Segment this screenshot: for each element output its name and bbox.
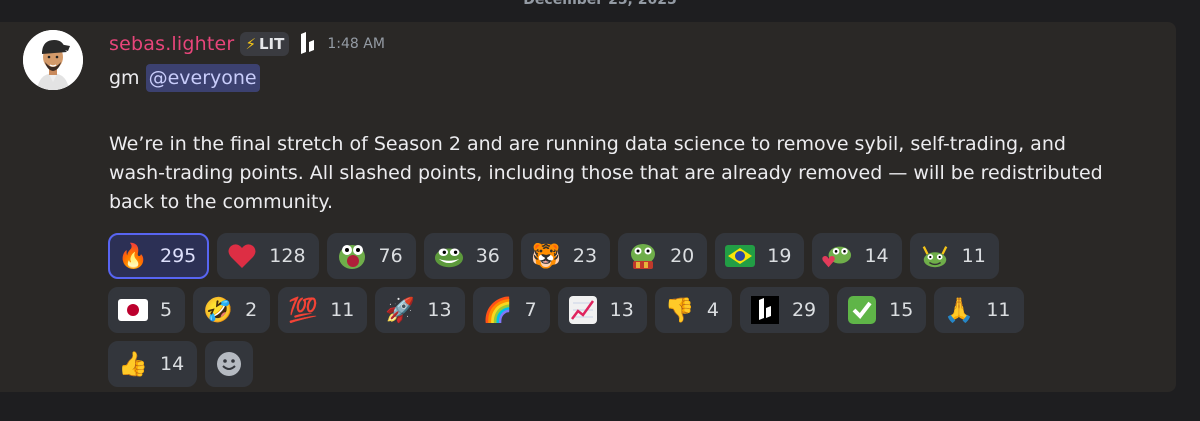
reaction-thumbs-down[interactable]: 👎 4 — [654, 287, 732, 333]
smiley-icon — [217, 352, 242, 376]
server-tag-label: LIT — [259, 35, 285, 53]
reaction-count: 4 — [706, 299, 719, 321]
rocket-icon: 🚀 — [385, 296, 416, 324]
reaction-chart-increasing[interactable]: 13 — [557, 287, 647, 333]
hundred-icon: 💯 — [288, 296, 319, 324]
reaction-count: 20 — [670, 245, 695, 267]
japan-flag-icon — [118, 295, 148, 325]
reaction-row: 5 🤣 2 💯 11 🚀 13 🌈 7 13 👎 4 29 15 🙏 11 — [108, 287, 1024, 333]
reaction-rainbow[interactable]: 🌈 7 — [472, 287, 550, 333]
date-divider: December 25, 2025 — [523, 0, 677, 8]
reaction-count: 11 — [330, 299, 355, 321]
rainbow-icon: 🌈 — [482, 296, 513, 324]
reaction-heart[interactable]: 128 — [217, 233, 319, 279]
reaction-row: 🔥 295 128 76 36 🐯 23 20 19 14 11 — [108, 233, 999, 279]
add-reaction-button[interactable] — [205, 341, 254, 387]
reaction-count: 7 — [524, 299, 537, 321]
reaction-thumbs-up[interactable]: 👍 14 — [108, 341, 198, 387]
reaction-brazil-flag[interactable]: 19 — [715, 233, 805, 279]
reaction-pepe-screaming[interactable]: 76 — [326, 233, 416, 279]
message-first-line: gm @everyone — [109, 64, 260, 92]
reaction-count: 29 — [791, 299, 817, 321]
avatar-icon — [23, 30, 83, 90]
check-mark-icon — [847, 295, 877, 325]
avatar[interactable] — [23, 30, 83, 90]
reaction-count: 11 — [986, 299, 1011, 321]
reaction-hundred[interactable]: 💯 11 — [278, 287, 368, 333]
pepe-grin-icon — [434, 241, 464, 271]
message-timestamp: 1:48 AM — [327, 36, 385, 52]
reaction-tiger[interactable]: 🐯 23 — [520, 233, 611, 279]
tiger-icon: 🐯 — [530, 242, 561, 270]
thumbs-up-icon: 👍 — [118, 350, 148, 378]
pepe-party-icon — [920, 241, 950, 271]
reaction-folded-hands[interactable]: 🙏 11 — [934, 287, 1024, 333]
thumbs-down-icon: 👎 — [664, 296, 695, 324]
reaction-count: 19 — [767, 245, 792, 267]
everyone-mention[interactable]: @everyone — [145, 64, 260, 92]
folded-hands-icon: 🙏 — [944, 296, 975, 324]
reaction-lighter-logo[interactable]: 29 — [739, 287, 830, 333]
pepe-heart-icon — [822, 241, 852, 271]
greeting-text: gm — [109, 67, 140, 89]
fire-icon: 🔥 — [118, 242, 148, 270]
lighter-logo-icon — [301, 32, 315, 54]
reaction-count: 15 — [889, 299, 914, 321]
reaction-check-mark[interactable]: 15 — [837, 287, 927, 333]
reaction-count: 76 — [378, 245, 403, 267]
reaction-fire[interactable]: 🔥 295 — [108, 233, 210, 279]
message-header: sebas.lighter ⚡ LIT 1:48 AM — [109, 30, 385, 58]
reaction-count: 13 — [427, 299, 452, 321]
brazil-flag-icon — [725, 241, 756, 271]
reaction-count: 128 — [269, 245, 306, 267]
pepe-scarf-icon — [628, 241, 658, 271]
reaction-rofl[interactable]: 🤣 2 — [193, 287, 271, 333]
reaction-pepe-party[interactable]: 11 — [909, 233, 999, 279]
rofl-icon: 🤣 — [203, 296, 234, 324]
reaction-count: 13 — [609, 299, 634, 321]
reaction-count: 2 — [245, 299, 258, 321]
chat-message: sebas.lighter ⚡ LIT 1:48 AM gm @everyone… — [0, 22, 1176, 392]
message-body: We’re in the final stretch of Season 2 a… — [109, 133, 1103, 213]
reaction-count: 36 — [475, 245, 500, 267]
pepe-screaming-icon — [337, 241, 367, 271]
lightning-icon: ⚡ — [245, 35, 256, 53]
reaction-japan-flag[interactable]: 5 — [108, 287, 186, 333]
chart-increasing-icon — [568, 295, 598, 325]
reaction-rocket[interactable]: 🚀 13 — [375, 287, 465, 333]
reaction-pepe-heart[interactable]: 14 — [812, 233, 902, 279]
reaction-count: 14 — [864, 245, 889, 267]
reaction-count: 23 — [572, 245, 598, 267]
reaction-count: 5 — [160, 299, 173, 321]
server-tag[interactable]: ⚡ LIT — [240, 32, 290, 56]
reaction-row: 👍 14 — [108, 341, 254, 387]
reaction-count: 295 — [160, 245, 197, 267]
username[interactable]: sebas.lighter — [109, 33, 234, 55]
reaction-count: 11 — [961, 245, 986, 267]
reaction-pepe-scarf[interactable]: 20 — [618, 233, 708, 279]
heart-icon — [227, 241, 257, 271]
lighter-logo-icon — [750, 295, 780, 325]
reaction-count: 14 — [160, 353, 185, 375]
reaction-pepe-grin[interactable]: 36 — [423, 233, 513, 279]
